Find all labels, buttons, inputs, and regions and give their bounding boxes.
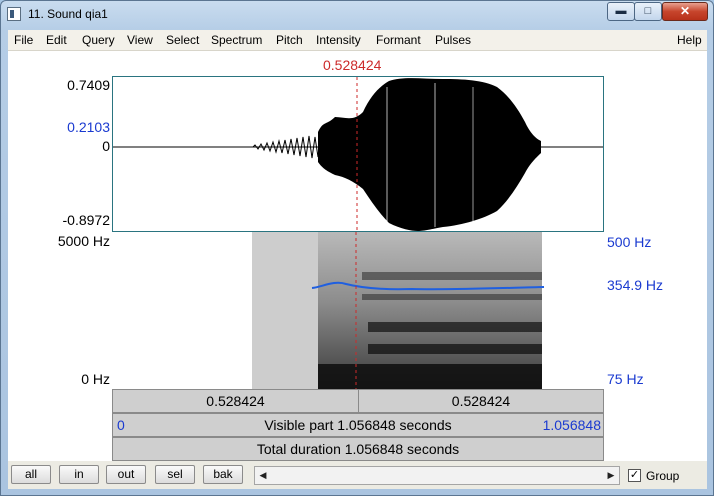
menu-formant[interactable]: Formant [376, 33, 421, 47]
close-button[interactable]: ✕ [662, 2, 708, 21]
wave-envelope [318, 78, 541, 231]
waveform-max-label: 0.7409 [67, 77, 110, 93]
menu-pitch[interactable]: Pitch [276, 33, 303, 47]
waveform-min-label: -0.8972 [62, 212, 110, 228]
visible-part-bar[interactable]: 0 Visible part 1.056848 seconds 1.056848 [112, 413, 604, 437]
waveform-plot [113, 77, 603, 231]
menu-select[interactable]: Select [166, 33, 199, 47]
menu-file[interactable]: File [14, 33, 33, 47]
menu-pulses[interactable]: Pulses [435, 33, 471, 47]
title-bar[interactable]: 11. Sound qia1 ▬ □ ✕ [1, 1, 713, 29]
menu-intensity[interactable]: Intensity [316, 33, 361, 47]
menu-edit[interactable]: Edit [46, 33, 67, 47]
visible-part-label: Visible part 1.056848 seconds [264, 417, 452, 433]
sel-button[interactable]: sel [155, 465, 195, 484]
menu-help[interactable]: Help [677, 33, 702, 47]
pitch-top-label: 500 Hz [607, 234, 652, 250]
cursor-time-label: 0.528424 [323, 57, 382, 73]
window-title: 11. Sound qia1 [28, 7, 108, 21]
visible-start-label: 0 [117, 417, 125, 433]
right-segment-bar[interactable]: 0.528424 [358, 389, 604, 413]
app-icon [7, 7, 21, 21]
spectrogram-bottom-label: 0 Hz [81, 371, 110, 387]
menu-bar: File Edit Query View Select Spectrum Pit… [8, 30, 707, 51]
horizontal-scrollbar[interactable]: ◀ ▶ [254, 466, 620, 485]
client-area: File Edit Query View Select Spectrum Pit… [8, 30, 707, 489]
spectrogram-top-label: 5000 Hz [57, 233, 110, 249]
out-button[interactable]: out [106, 465, 146, 484]
left-segment-bar[interactable]: 0.528424 [112, 389, 359, 413]
menu-query[interactable]: Query [82, 33, 115, 47]
all-button[interactable]: all [11, 465, 51, 484]
minimize-button[interactable]: ▬ [607, 2, 635, 21]
bak-button[interactable]: bak [203, 465, 243, 484]
pitch-value-label: 354.9 Hz [607, 277, 664, 293]
sound-editor-canvas[interactable]: 0.528424 0.7409 0.2103 0 -0.8972 5000 Hz [8, 51, 707, 461]
menu-spectrum[interactable]: Spectrum [211, 33, 262, 47]
group-checkbox[interactable]: ✓ [628, 469, 641, 482]
total-duration-bar[interactable]: Total duration 1.056848 seconds [112, 437, 604, 461]
bottom-toolbar: all in out sel bak ◀ ▶ ✓ Group [8, 462, 707, 489]
spectrogram-panel[interactable] [112, 232, 604, 389]
maximize-button[interactable]: □ [634, 2, 662, 21]
in-button[interactable]: in [59, 465, 99, 484]
pitch-bottom-label: 75 Hz [607, 371, 644, 387]
scroll-right-icon[interactable]: ▶ [603, 467, 619, 484]
app-window: 11. Sound qia1 ▬ □ ✕ File Edit Query Vie… [0, 0, 714, 496]
spectrogram-plot [252, 232, 545, 389]
waveform-panel[interactable] [112, 76, 604, 232]
visible-end-label: 1.056848 [542, 417, 601, 433]
scroll-left-icon[interactable]: ◀ [255, 467, 271, 484]
menu-view[interactable]: View [127, 33, 153, 47]
waveform-cursor-value-label: 0.2103 [67, 119, 110, 135]
group-label: Group [646, 469, 680, 483]
waveform-zero-label: 0 [102, 138, 110, 154]
